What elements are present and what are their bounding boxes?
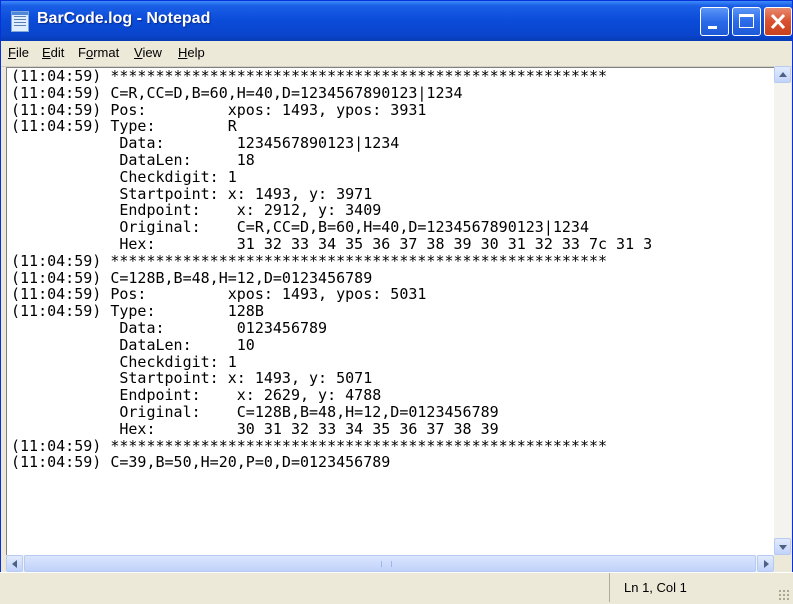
resize-grip-icon[interactable] [778,589,789,600]
menu-format-label: rmat [93,45,120,60]
notepad-window: BarCode.log - Notepad File Edit Format V… [0,0,793,603]
maximize-button[interactable] [732,7,761,36]
editor-line[interactable]: (11:04:59) *****************************… [11,437,774,455]
menu-edit[interactable]: Edit [42,45,64,60]
menu-edit-accel: E [42,45,51,60]
notepad-icon[interactable] [11,11,29,32]
editor-line[interactable]: (11:04:59) C=128B,B=48,H=12,D=0123456789 [11,269,774,287]
editor-line[interactable]: Hex: 30 31 32 33 34 35 36 37 38 39 [11,420,774,438]
close-icon [770,13,786,30]
grip-icon [381,561,392,567]
menu-file[interactable]: File [8,45,29,60]
horizontal-scroll-thumb-visible[interactable] [24,555,756,572]
close-button[interactable] [764,7,792,36]
vertical-scrollbar-visible[interactable] [774,66,791,555]
editor-content[interactable]: (11:04:59) *****************************… [7,68,774,471]
text-editor[interactable]: (11:04:59) *****************************… [6,67,774,560]
editor-line[interactable]: Startpoint: x: 1493, y: 5071 [11,370,774,387]
editor-line[interactable]: Endpoint: x: 2629, y: 4788 [11,387,774,404]
maximize-icon [739,14,754,28]
editor-line[interactable]: (11:04:59) Type: R [11,118,774,135]
editor-line[interactable]: Original: C=128B,B=48,H=12,D=0123456789 [11,404,774,421]
editor-line[interactable]: (11:04:59) Pos: xpos: 1493, ypos: 3931 [11,101,774,119]
chevron-right-icon [764,560,769,568]
status-panel-position: Ln 1, Col 1 [609,573,792,602]
editor-line[interactable]: Hex: 31 32 33 34 35 36 37 38 39 30 31 32… [11,236,774,253]
editor-line[interactable]: Startpoint: x: 1493, y: 3971 [11,185,774,203]
menu-edit-label: dit [50,45,65,60]
editor-line[interactable]: (11:04:59) Pos: xpos: 1493, ypos: 5031 [11,286,774,303]
editor-line[interactable]: DataLen: 10 [11,336,774,354]
editor-line[interactable]: (11:04:59) *****************************… [11,68,774,85]
scroll-up-button-visible[interactable] [774,66,791,83]
horizontal-scrollbar-visible[interactable] [6,555,774,572]
menu-file-accel: F [8,45,16,60]
editor-line[interactable]: Endpoint: x: 2912, y: 3409 [11,202,774,219]
scroll-right-button-visible[interactable] [757,555,774,572]
menu-view[interactable]: View [134,45,162,60]
menu-help-label: elp [187,45,205,60]
editor-line[interactable]: (11:04:59) C=39,B=50,H=20,P=0,D=01234567… [11,454,774,471]
menu-help[interactable]: Help [178,45,205,60]
menu-format-pre: F [78,45,86,60]
status-bar: Ln 1, Col 1 [0,572,793,604]
menu-view-label: iew [142,45,162,60]
menu-bar: File Edit Format View Help [1,41,792,67]
menu-help-accel: H [178,45,188,60]
minimize-button[interactable] [700,7,729,36]
chevron-up-icon [779,72,787,77]
editor-line[interactable]: DataLen: 18 [11,152,774,169]
menu-format[interactable]: Format [78,45,119,60]
scroll-left-button-visible[interactable] [6,555,23,572]
editor-line[interactable]: Checkdigit: 1 [11,168,774,186]
editor-line[interactable]: (11:04:59) Type: 128B [11,303,774,320]
editor-line[interactable]: (11:04:59) *****************************… [11,252,774,270]
chevron-left-icon [12,560,17,568]
scrollbar-corner-visible [774,555,791,572]
editor-line[interactable]: Checkdigit: 1 [11,353,774,371]
editor-line[interactable]: Data: 1234567890123|1234 [11,135,774,152]
window-title: BarCode.log - Notepad [37,10,211,27]
minimize-icon [708,26,717,29]
scroll-down-button-visible[interactable] [774,538,791,555]
editor-line[interactable]: Data: 0123456789 [11,320,774,337]
menu-file-label: ile [15,45,29,60]
cursor-position: Ln 1, Col 1 [624,580,687,595]
editor-line[interactable]: Original: C=R,CC=D,B=60,H=40,D=123456789… [11,219,774,236]
title-bar[interactable]: BarCode.log - Notepad [1,1,792,41]
chevron-down-icon [779,545,787,550]
editor-line[interactable]: (11:04:59) C=R,CC=D,B=60,H=40,D=12345678… [11,84,774,102]
